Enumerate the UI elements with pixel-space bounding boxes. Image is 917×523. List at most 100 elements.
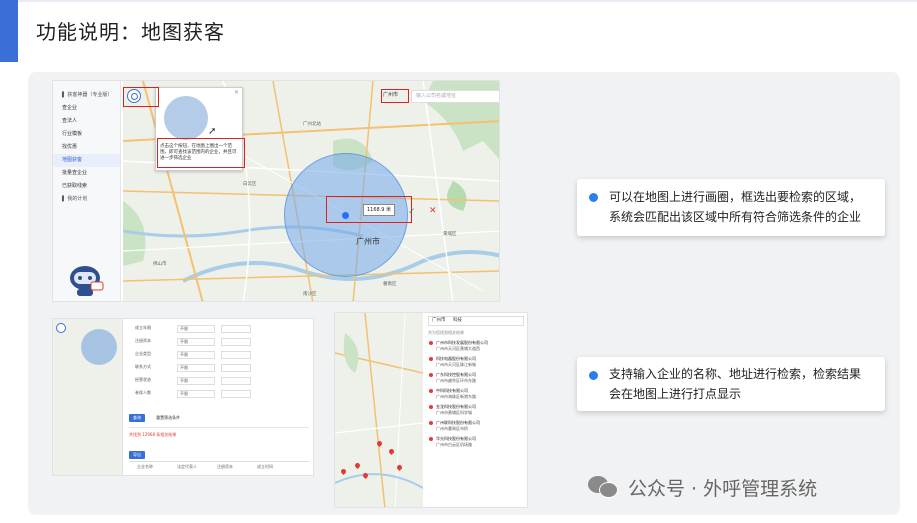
filter-value: 不限 <box>180 352 188 357</box>
top-divider <box>0 0 917 2</box>
filter-label: 成立年限 <box>135 325 151 330</box>
sidebar-item[interactable]: 批量查企业 <box>53 167 120 180</box>
company-address: 广州市黄埔区科学城 <box>436 409 472 415</box>
sidebar-item[interactable]: 找优惠 <box>53 141 120 154</box>
map-label: 黄埔区 <box>443 232 457 237</box>
tooltip-circle-illustration <box>164 96 208 140</box>
company-address: 广州市海珠区新港东路 <box>436 393 476 399</box>
robot-mascot-icon <box>70 266 104 296</box>
map-screenshot-main: ▌ 获客神器（专业版） 查企业 查法人 行业模板 找优惠 地图获客 批量查企业 已获取线索 ▌ … <box>52 80 500 302</box>
filter-row: 注册资本 不限 <box>129 338 309 348</box>
results-map <box>335 313 423 507</box>
list-item[interactable]: 华光科技股份有限公司 广州市白云区机场路 <box>428 436 524 447</box>
map-area[interactable]: 1168.9 米 ✓ ✕ 广州市 广州北站 白云区 黄埔区 番禺区 佛山市 南沙… <box>123 81 499 301</box>
search-input[interactable]: 输入公司名或地址 <box>411 90 499 103</box>
mini-map <box>53 319 123 475</box>
cursor-icon: ➚ <box>208 126 217 137</box>
map-label: 南沙区 <box>303 292 317 297</box>
filter-label: 经营状态 <box>135 377 151 382</box>
map-pin-icon <box>429 341 433 345</box>
filter-select[interactable]: 不限 <box>177 351 215 359</box>
table-column-header: 法定代表人 <box>177 464 197 469</box>
sidebar-item[interactable]: ▌ 获客神器（专业版） <box>53 89 120 102</box>
filter-select-secondary[interactable] <box>221 325 251 333</box>
bullet-icon <box>589 193 598 202</box>
map-pin-icon <box>429 437 433 441</box>
highlight-box <box>381 89 409 103</box>
callout-draw-circle: 可以在地图上进行画圈，框选出要检索的区域， 系统会匹配出该区域中所有符合筛选条件… <box>577 179 885 236</box>
map-pin-icon <box>429 389 433 393</box>
reset-button[interactable]: 重置筛选条件 <box>156 415 180 420</box>
filter-label: 联系方式 <box>135 364 151 369</box>
close-icon[interactable]: ✕ <box>234 89 239 96</box>
map-pin-icon <box>429 373 433 377</box>
map-pin-icon <box>429 421 433 425</box>
filter-value: 不限 <box>180 365 188 370</box>
result-count: 共为您找到相关结果 <box>428 330 464 335</box>
filter-value: 不限 <box>180 326 188 331</box>
list-item[interactable]: 金龙科技股份有限公司 广州市黄埔区科学城 <box>428 404 524 415</box>
filter-value: 不限 <box>180 339 188 344</box>
watermark-text: 公众号 · 外呼管理系统 <box>628 477 818 500</box>
draw-circle-button[interactable] <box>56 323 66 333</box>
filter-select[interactable]: 不限 <box>177 377 215 385</box>
filter-row: 经营状态 不限 <box>129 377 309 387</box>
callout-search: 支持输入企业的名称、地址进行检索，检索结果 会在地图上进行打点显示 <box>577 357 885 411</box>
filter-select-secondary[interactable] <box>221 338 251 346</box>
company-address: 广州市天河区黄埔大道西 <box>436 345 480 351</box>
filter-select[interactable]: 不限 <box>177 390 215 398</box>
slide: 功能说明：地图获客 ▌ 获客神器（专业版） 查企业 查法人 行业模板 找优惠 地图获客 批量… <box>0 0 917 523</box>
sidebar-item[interactable]: 查企业 <box>53 102 120 115</box>
filter-select[interactable]: 不限 <box>177 325 215 333</box>
filter-select-secondary[interactable] <box>221 364 251 372</box>
map-pin-icon <box>429 357 433 361</box>
filter-value: 不限 <box>180 378 188 383</box>
filter-select[interactable]: 不限 <box>177 364 215 372</box>
slide-title: 功能说明：地图获客 <box>36 20 225 44</box>
close-icon[interactable]: ✕ <box>429 206 437 216</box>
callout-text: 可以在地图上进行画圈，框选出要检索的区域， 系统会匹配出该区域中所有符合筛选条件… <box>609 190 862 224</box>
list-item[interactable]: 中科科技有限公司 广州市海珠区新港东路 <box>428 388 524 399</box>
list-item[interactable]: 科技电器股份有限公司 广州市天河区珠江新城 <box>428 356 524 367</box>
filter-select-secondary[interactable] <box>221 351 251 359</box>
filter-row: 企业类型 不限 <box>129 351 309 361</box>
list-item[interactable]: 广东科技控股有限公司 广州市越秀区环市东路 <box>428 372 524 383</box>
table-column-header: 企业名称 <box>137 464 153 469</box>
export-button[interactable]: 导出 <box>129 451 145 459</box>
filter-label: 注册资本 <box>135 338 151 343</box>
sidebar-item[interactable]: 行业模板 <box>53 128 120 141</box>
divider <box>129 427 309 428</box>
filter-select[interactable]: 不限 <box>177 338 215 346</box>
table-column-header: 成立时间 <box>257 464 273 469</box>
sidebar-item[interactable]: ▌ 我的计划 <box>53 193 120 206</box>
filter-value: 不限 <box>180 391 188 396</box>
sidebar-item[interactable]: 查法人 <box>53 115 120 128</box>
watermark: 公众号 · 外呼管理系统 <box>588 474 817 500</box>
city-selector[interactable]: 广州市 <box>432 318 446 323</box>
callout-text: 支持输入企业的名称、地址进行检索，检索结果 会在地图上进行打点显示 <box>609 367 862 401</box>
results-panel: 广州市 科技 共为您找到相关结果 广州市科技发展股份有限公司 广州市天河区黄埔大道… <box>425 313 527 507</box>
list-item[interactable]: 广州联科技股份有限公司 广州市番禺区市桥 <box>428 420 524 431</box>
title-accent-bar <box>0 0 18 62</box>
highlight-box <box>157 138 245 168</box>
search-button[interactable]: 查询 <box>129 414 145 422</box>
sidebar-item[interactable]: 地图获客 <box>53 154 120 167</box>
filter-form: 成立年限 不限 注册资本 不限 企业类型 不限 联系方式 不限 经营状态 不限 参保人数 不限 查询 … <box>125 319 313 475</box>
list-item[interactable]: 广州市科技发展股份有限公司 广州市天河区黄埔大道西 <box>428 340 524 351</box>
filter-select-secondary[interactable] <box>221 390 251 398</box>
results-search-input[interactable]: 广州市 科技 <box>428 316 524 326</box>
map-label: 广州北站 <box>303 122 321 127</box>
results-map-roads <box>335 313 423 507</box>
map-pin-icon <box>429 405 433 409</box>
table-header: 企业名称 法定代表人 注册资本 成立时间 <box>129 461 309 471</box>
filter-label: 参保人数 <box>135 390 151 395</box>
map-label: 佛山市 <box>153 262 167 267</box>
filter-select-secondary[interactable] <box>221 377 251 385</box>
highlight-box <box>123 87 159 107</box>
bullet-icon <box>589 371 598 380</box>
filter-row: 成立年限 不限 <box>129 325 309 335</box>
sidebar-item[interactable]: 已获取线索 <box>53 180 120 193</box>
filter-label: 企业类型 <box>135 351 151 356</box>
company-address: 广州市番禺区市桥 <box>436 425 468 431</box>
filter-row: 参保人数 不限 <box>129 390 309 400</box>
